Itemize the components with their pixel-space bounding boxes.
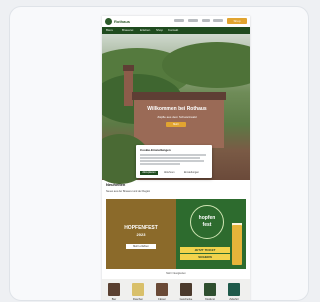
category-tile[interactable]: Fässer (152, 281, 172, 301)
category-label: Bier (111, 298, 117, 301)
brand-logo-icon[interactable] (105, 18, 112, 25)
category-image (108, 283, 120, 296)
banner-button[interactable]: Mehr erfahren (126, 244, 156, 249)
cookie-dialog: Cookie-Einstellungen Akzeptieren Ablehne… (136, 145, 212, 178)
category-tile[interactable]: Geschenke (176, 281, 196, 301)
category-label: Geschenke (179, 298, 193, 301)
category-strip: Bier Flaschen Fässer Geschenke Kleidung … (102, 279, 250, 301)
utility-link[interactable] (188, 19, 198, 22)
nav-item[interactable]: Brauerei (122, 27, 133, 34)
abbey-roof (132, 92, 226, 100)
main-nav: Biere Brauerei Erleben Shop Kontakt (102, 27, 250, 34)
category-label: Kleidung (205, 298, 215, 301)
category-image (180, 283, 192, 296)
banner-year: 2023 (136, 232, 146, 237)
section-subtitle: Neues aus der Brauerei und der Region (106, 190, 151, 193)
hero-subtitle: Zäpfle aus dem Schwarzwald (157, 115, 197, 119)
nav-item[interactable]: Biere (106, 27, 113, 34)
cookie-dialog-title: Cookie-Einstellungen (140, 148, 171, 152)
utility-link[interactable] (202, 19, 210, 22)
nav-item[interactable]: Shop (156, 27, 163, 34)
website-screenshot: Rothaus Shop Biere Brauerei Erleben Shop… (102, 16, 250, 301)
church-tower (124, 70, 133, 106)
dialog-text-line (140, 160, 204, 162)
category-label: Zubehör (229, 298, 239, 301)
dialog-text-line (140, 154, 206, 156)
hopfenfest-banner-left[interactable]: HOPFENFEST 2023 Mehr erfahren (106, 199, 176, 269)
preview-card: Rothaus Shop Biere Brauerei Erleben Shop… (9, 6, 309, 301)
ticket-cta-line2[interactable]: SICHERN (180, 254, 230, 260)
cookie-settings-button[interactable]: Einstellungen (184, 171, 199, 175)
hopfenfest-logo-bottom: fest (202, 222, 212, 228)
nav-item[interactable]: Kontakt (168, 27, 178, 34)
utility-link[interactable] (174, 19, 184, 22)
tower-roof (123, 65, 134, 71)
brand-logo-text[interactable]: Rothaus (114, 18, 130, 25)
more-news-link[interactable]: Mehr Neuigkeiten (142, 272, 210, 275)
category-image (132, 283, 144, 296)
site-header: Rothaus Shop (102, 16, 250, 27)
hopfenfest-logo-top: hopfen (198, 215, 216, 221)
header-cta-button[interactable]: Shop (227, 18, 247, 24)
nav-item[interactable]: Erleben (140, 27, 150, 34)
banner-title: HOPFENFEST (124, 225, 158, 231)
cookie-accept-button[interactable]: Akzeptieren (140, 171, 158, 175)
category-tile[interactable]: Zubehör (224, 281, 244, 301)
category-tile[interactable]: Flaschen (128, 281, 148, 301)
category-image (228, 283, 240, 296)
category-label: Fässer (158, 298, 166, 301)
category-image (204, 283, 216, 296)
cookie-deny-button[interactable]: Ablehnen (164, 171, 175, 175)
dialog-text-line (140, 163, 180, 165)
category-label: Flaschen (132, 298, 144, 301)
utility-link[interactable] (213, 19, 223, 22)
category-tile[interactable]: Kleidung (200, 281, 220, 301)
dialog-text-line (140, 157, 200, 159)
hero-button[interactable]: Mehr (166, 122, 186, 127)
category-tile[interactable]: Bier (104, 281, 124, 301)
beer-glass-icon (232, 225, 242, 265)
section-title: Neuheiten (106, 182, 126, 187)
hero-title: Willkommen bei Rothaus (147, 106, 207, 112)
ticket-cta-line1[interactable]: JETZT TICKET (180, 247, 230, 253)
hopfenfest-banner-right[interactable]: hopfen fest JETZT TICKET SICHERN (176, 199, 246, 269)
category-image (156, 283, 168, 296)
